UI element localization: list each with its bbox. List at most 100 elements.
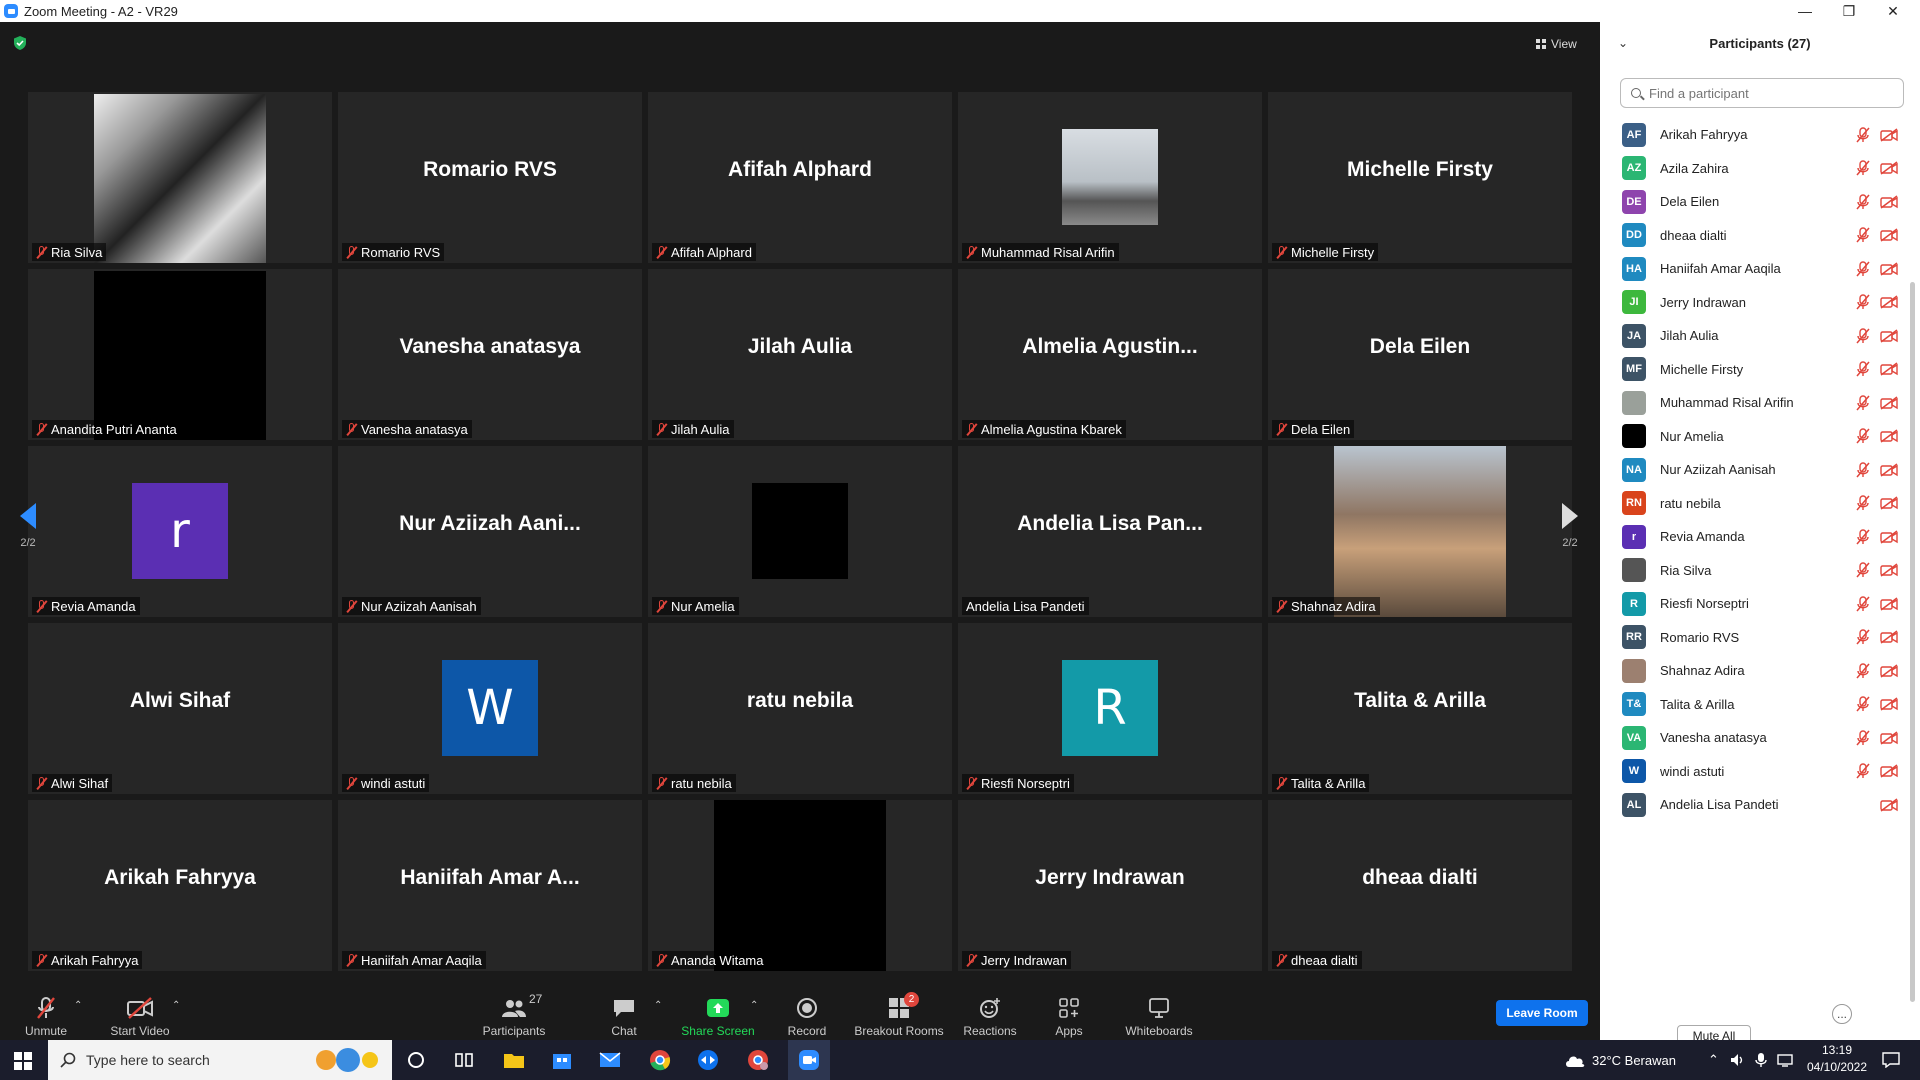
- avatar: AL: [1622, 792, 1646, 817]
- file-explorer-icon[interactable]: [502, 1048, 526, 1072]
- video-options-caret[interactable]: ⌃: [172, 1000, 180, 1011]
- more-options-button[interactable]: ...: [1832, 1004, 1852, 1024]
- cortana-icon[interactable]: [404, 1048, 428, 1072]
- microphone-icon[interactable]: [1755, 1052, 1767, 1068]
- mail-icon[interactable]: [598, 1048, 622, 1072]
- participant-name: ratu nebila: [671, 775, 732, 791]
- record-button[interactable]: Record: [782, 990, 832, 1038]
- tile-name-label: Vanesha anatasya: [342, 420, 472, 438]
- camera-off-icon: [1880, 295, 1898, 309]
- whiteboards-button[interactable]: Whiteboards: [1122, 990, 1196, 1038]
- maximize-icon[interactable]: ❐: [1826, 0, 1872, 22]
- chat-button[interactable]: Chat: [604, 990, 644, 1038]
- taskbar-search[interactable]: Type here to search: [48, 1040, 392, 1080]
- video-tile[interactable]: Jilah Aulia Jilah Aulia: [648, 269, 952, 440]
- tile-display-name: Vanesha anatasya: [399, 335, 581, 358]
- share-screen-button[interactable]: Share Screen: [680, 990, 756, 1038]
- chrome-icon[interactable]: [648, 1048, 672, 1072]
- windows-start-icon[interactable]: [14, 1052, 32, 1070]
- mic-muted-icon: [36, 422, 47, 436]
- zoom-taskbar-item[interactable]: [788, 1040, 830, 1080]
- participant-name: Arikah Fahryya: [1660, 127, 1748, 142]
- view-button[interactable]: View: [1536, 34, 1592, 54]
- tray-expand-icon[interactable]: ⌃: [1708, 1052, 1719, 1068]
- clock[interactable]: 13:19 04/10/2022: [1802, 1042, 1872, 1076]
- video-tile[interactable]: R Riesfi Norseptri: [958, 623, 1262, 794]
- participant-search-input[interactable]: [1647, 84, 1891, 102]
- volume-icon[interactable]: [1729, 1052, 1745, 1068]
- participant-name: Jerry Indrawan: [1660, 294, 1746, 310]
- tile-avatar: R: [1062, 660, 1158, 756]
- shield-icon[interactable]: [12, 35, 28, 51]
- video-tile[interactable]: Alwi Sihaf Alwi Sihaf: [28, 623, 332, 794]
- teamviewer-icon[interactable]: [696, 1048, 720, 1072]
- close-icon[interactable]: ✕: [1870, 0, 1916, 22]
- apps-button[interactable]: Apps: [1052, 990, 1086, 1038]
- participant-name: Azila Zahira: [1660, 160, 1729, 176]
- share-options-caret[interactable]: ⌃: [750, 1000, 758, 1011]
- video-tile[interactable]: Almelia Agustin... Almelia Agustina Kbare…: [958, 269, 1262, 440]
- mic-muted-icon: [966, 422, 977, 436]
- avatar: JI: [1622, 290, 1646, 314]
- notifications-icon[interactable]: [1882, 1052, 1900, 1068]
- video-tile[interactable]: ratu nebila ratu nebila: [648, 623, 952, 794]
- participant-search[interactable]: [1620, 78, 1904, 108]
- previous-page-button[interactable]: 2/2: [12, 484, 44, 568]
- video-tile[interactable]: Shahnaz Adira: [1268, 446, 1572, 617]
- video-tile[interactable]: Andelia Lisa Pan... Andelia Lisa Pandeti: [958, 446, 1262, 617]
- video-tile[interactable]: Anandita Putri Ananta: [28, 269, 332, 440]
- start-video-label: Start Video: [110, 1024, 170, 1038]
- camera-off-icon: [1880, 563, 1898, 577]
- video-tile[interactable]: Wwindi astuti: [338, 623, 642, 794]
- leave-room-button[interactable]: Leave Room: [1496, 1000, 1588, 1026]
- video-tile[interactable]: Dela Eilen Dela Eilen: [1268, 269, 1572, 440]
- view-label: View: [1551, 37, 1577, 51]
- video-tile[interactable]: Nur Aziizah Aani... Nur Aziizah Aanisah: [338, 446, 642, 617]
- breakout-rooms-label: Breakout Rooms: [854, 1024, 944, 1038]
- video-tile[interactable]: Muhammad Risal Arifin: [958, 92, 1262, 263]
- avatar: AZ: [1622, 156, 1646, 180]
- tile-name-label: Riesfi Norseptri: [962, 774, 1074, 792]
- participant-list-scrollbar[interactable]: [1910, 282, 1915, 1002]
- audio-options-caret[interactable]: ⌃: [74, 1000, 82, 1011]
- chat-options-caret[interactable]: ⌃: [654, 1000, 662, 1011]
- video-tile[interactable]: Jerry Indrawan Jerry Indrawan: [958, 800, 1262, 971]
- video-tile[interactable]: Ananda Witama: [648, 800, 952, 971]
- avatar: [1622, 658, 1646, 683]
- mic-muted-icon: [346, 776, 357, 790]
- participant-name: Almelia Agustina Kbarek: [981, 421, 1122, 437]
- unmute-button[interactable]: Unmute: [18, 990, 74, 1038]
- video-tile[interactable]: Arikah Fahryya Arikah Fahryya: [28, 800, 332, 971]
- mic-muted-icon: [656, 776, 667, 790]
- breakout-rooms-button[interactable]: 2 Breakout Rooms: [852, 990, 946, 1038]
- video-tile[interactable]: Talita & Arilla Talita & Arilla: [1268, 623, 1572, 794]
- camera-off-icon: [1880, 764, 1898, 778]
- store-icon[interactable]: [550, 1048, 574, 1072]
- participants-button[interactable]: 27 Participants: [478, 990, 550, 1038]
- video-feed: [1062, 129, 1158, 225]
- mic-muted-icon: [1856, 763, 1870, 779]
- start-video-button[interactable]: Start Video: [104, 990, 176, 1038]
- network-icon[interactable]: [1777, 1052, 1793, 1068]
- video-tile[interactable]: Afifah Alphard Afifah Alphard: [648, 92, 952, 263]
- avatar: R: [1622, 591, 1646, 616]
- participant-name: Jerry Indrawan: [981, 952, 1067, 968]
- video-tile[interactable]: Romario RVS Romario RVS: [338, 92, 642, 263]
- video-tile[interactable]: Michelle Firsty Michelle Firsty: [1268, 92, 1572, 263]
- video-tile[interactable]: dheaa dialti dheaa dialti: [1268, 800, 1572, 971]
- video-tile[interactable]: Vanesha anatasya Vanesha anatasya: [338, 269, 642, 440]
- unmute-label: Unmute: [24, 1024, 68, 1038]
- tile-display-name: Andelia Lisa Pan...: [1017, 512, 1203, 535]
- task-view-icon[interactable]: [452, 1048, 476, 1072]
- weather-widget[interactable]: 32°C Berawan: [1564, 1040, 1676, 1080]
- reactions-button[interactable]: Reactions: [962, 990, 1018, 1038]
- video-tile[interactable]: r Revia Amanda: [28, 446, 332, 617]
- video-tile[interactable]: Ria Silva: [28, 92, 332, 263]
- chrome-profile-icon[interactable]: [746, 1048, 770, 1072]
- minimize-icon[interactable]: —: [1782, 0, 1828, 22]
- video-tile[interactable]: Haniifah Amar A... Haniifah Amar Aaqila: [338, 800, 642, 971]
- camera-off-icon: [1880, 127, 1898, 142]
- participant-row[interactable]: AL Andelia Lisa Pandeti: [1600, 784, 1908, 825]
- video-tile[interactable]: Nur Amelia: [648, 446, 952, 617]
- next-page-button[interactable]: 2/2: [1554, 484, 1586, 568]
